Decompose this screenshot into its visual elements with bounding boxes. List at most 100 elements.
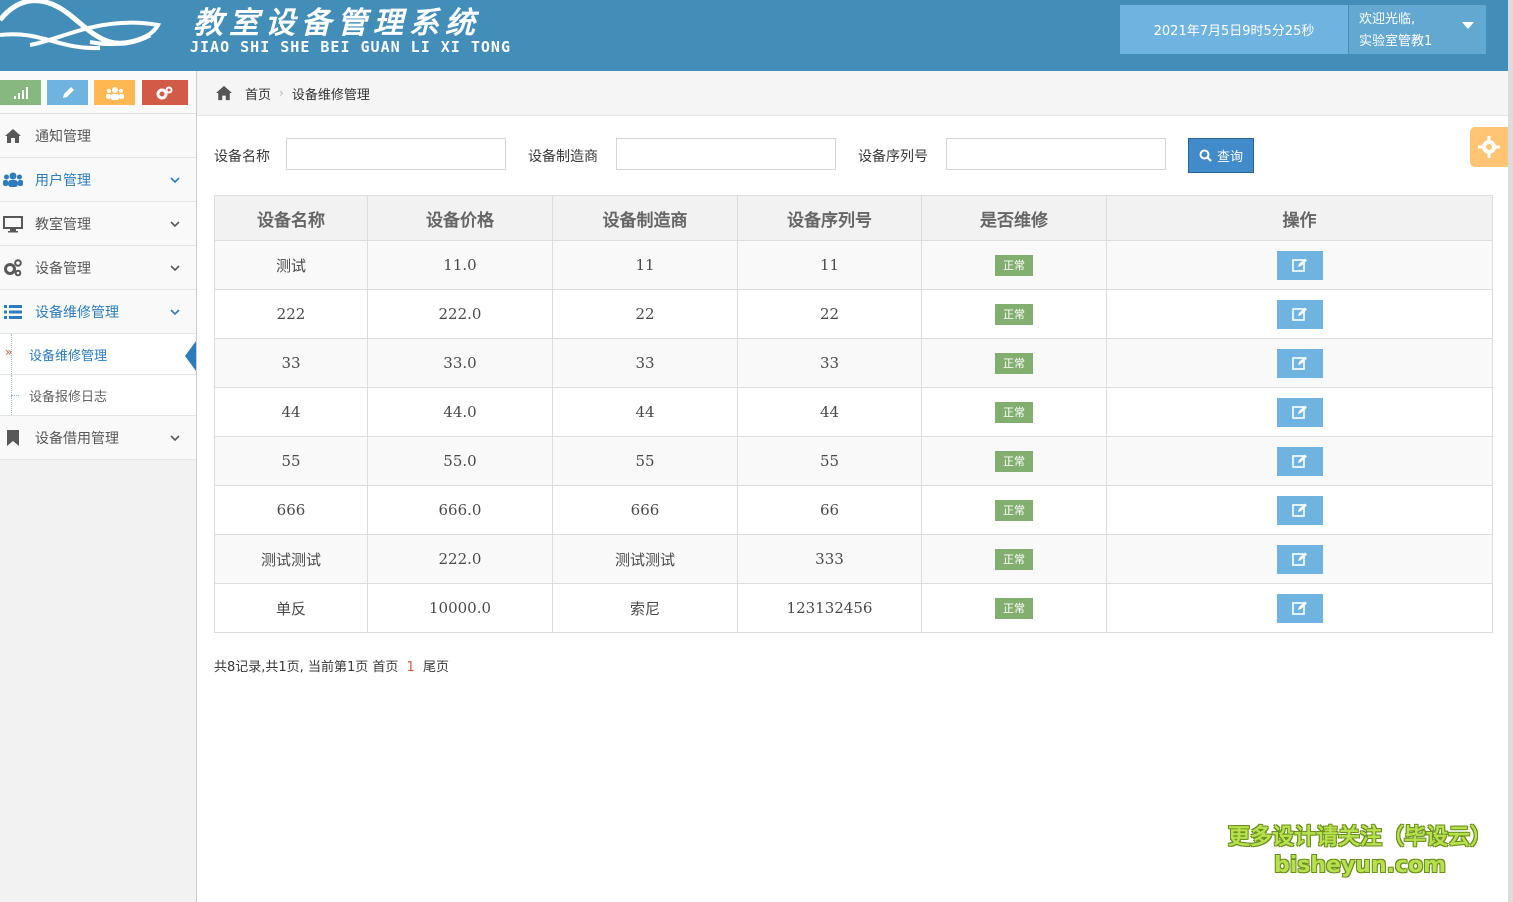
table-body: 测试 11.0 11 11 正常 222 222.0 22 22 正常 33 33.0 33 33 正常 44…: [214, 240, 1493, 633]
edit-icon: [1291, 405, 1307, 419]
scrollbar[interactable]: [1508, 0, 1513, 902]
device-maker-input[interactable]: [616, 138, 836, 170]
cell-name: 测试测试: [214, 534, 368, 584]
edit-button[interactable]: [1276, 495, 1323, 525]
column-header: 设备价格: [367, 195, 553, 241]
signal-icon: [13, 86, 28, 99]
table-row: 222 222.0 22 22 正常: [214, 289, 1493, 339]
cell-name: 666: [214, 485, 368, 535]
submenu-item-label: 设备报修日志: [29, 389, 108, 405]
cell-status: 正常: [921, 436, 1107, 486]
submenu-item-repair-manage[interactable]: » 设备维修管理: [0, 334, 196, 375]
cell-serial: 11: [737, 240, 922, 290]
cell-maker: 666: [552, 485, 738, 535]
cell-actions: [1106, 534, 1493, 584]
cell-actions: [1106, 387, 1493, 437]
cell-actions: [1106, 436, 1493, 486]
sidebar-item-equipment[interactable]: 设备管理: [0, 246, 196, 290]
pencil-shortcut-button[interactable]: [47, 80, 88, 105]
cell-status: 正常: [921, 583, 1107, 633]
table-header-row: 设备名称 设备价格 设备制造商 设备序列号 是否维修 操作: [214, 195, 1493, 241]
edit-button[interactable]: [1276, 299, 1323, 329]
sidebar-item-label: 教室管理: [35, 216, 91, 233]
double-angle-right-icon: »: [5, 345, 13, 359]
cell-name: 单反: [214, 583, 368, 633]
cell-serial: 123132456: [737, 583, 922, 633]
cell-price: 11.0: [367, 240, 553, 290]
edit-button[interactable]: [1276, 446, 1323, 476]
sidebar-item-label: 用户管理: [35, 172, 91, 189]
column-header: 设备制造商: [552, 195, 738, 241]
cell-serial: 33: [737, 338, 922, 388]
cell-status: 正常: [921, 387, 1107, 437]
status-badge: 正常: [995, 352, 1033, 374]
sidebar-item-label: 设备维修管理: [35, 304, 119, 321]
username: 实验室管教1: [1359, 34, 1433, 49]
device-maker-label: 设备制造商: [528, 149, 598, 165]
table-row: 单反 10000.0 索尼 123132456 正常: [214, 583, 1493, 633]
cell-price: 55.0: [367, 436, 553, 486]
chevron-down-icon: [170, 435, 180, 442]
status-badge: 正常: [995, 450, 1033, 472]
cell-maker: 55: [552, 436, 738, 486]
cell-maker: 测试测试: [552, 534, 738, 584]
cogs-shortcut-button[interactable]: [142, 80, 188, 105]
cell-serial: 333: [737, 534, 922, 584]
search-button-label: 查询: [1216, 150, 1243, 165]
edit-icon: [1291, 258, 1307, 272]
edit-icon: [1291, 552, 1307, 566]
status-badge: 正常: [995, 254, 1033, 276]
users-shortcut-button[interactable]: [94, 80, 135, 105]
cell-price: 222.0: [367, 289, 553, 339]
tree-branch: [11, 395, 19, 396]
edit-icon: [1291, 601, 1307, 615]
cell-actions: [1106, 583, 1493, 633]
table-row: 33 33.0 33 33 正常: [214, 338, 1493, 388]
sidebar-item-label: 通知管理: [35, 128, 91, 145]
edit-button[interactable]: [1276, 397, 1323, 427]
sidebar-item-notice[interactable]: 通知管理: [0, 114, 196, 158]
status-badge: 正常: [995, 499, 1033, 521]
breadcrumb: 首页 › 设备维修管理: [197, 71, 1508, 116]
edit-button[interactable]: [1276, 593, 1323, 623]
sidebar-item-label: 设备管理: [35, 260, 91, 277]
edit-button[interactable]: [1276, 348, 1323, 378]
sidebar: 通知管理 用户管理 教室管理 设备管理 设备维修管理 » 设备维修管理 设备报修…: [0, 71, 197, 902]
chevron-down-icon: [170, 309, 180, 316]
sidebar-item-borrow[interactable]: 设备借用管理: [0, 416, 196, 460]
column-header: 是否维修: [921, 195, 1107, 241]
signal-shortcut-button[interactable]: [0, 80, 41, 105]
submenu-item-repair-log[interactable]: 设备报修日志: [0, 375, 196, 416]
cell-maker: 22: [552, 289, 738, 339]
cell-serial: 66: [737, 485, 922, 535]
sidebar-item-repair[interactable]: 设备维修管理: [0, 290, 196, 334]
column-header: 操作: [1106, 195, 1493, 241]
table-row: 666 666.0 666 66 正常: [214, 485, 1493, 535]
cell-name: 33: [214, 338, 368, 388]
settings-toggle-button[interactable]: [1470, 127, 1508, 167]
list-icon: [4, 305, 22, 319]
datetime-display: 2021年7月5日9时5分25秒: [1120, 5, 1348, 54]
device-serial-input[interactable]: [946, 138, 1166, 170]
caret-down-icon: [1462, 22, 1474, 29]
cell-status: 正常: [921, 534, 1107, 584]
active-marker: [185, 341, 196, 371]
pagination-first-link[interactable]: 首页: [372, 660, 398, 675]
column-header: 设备序列号: [737, 195, 922, 241]
cogs-icon: [4, 259, 22, 277]
edit-button[interactable]: [1276, 544, 1323, 574]
app-subtitle: JIAO SHI SHE BEI GUAN LI XI TONG: [190, 38, 511, 56]
device-name-input[interactable]: [286, 138, 506, 170]
user-menu[interactable]: 欢迎光临, 实验室管教1: [1349, 5, 1486, 54]
sidebar-item-users[interactable]: 用户管理: [0, 158, 196, 202]
status-badge: 正常: [995, 548, 1033, 570]
watermark-line-1: 更多设计请关注（毕设云）: [1228, 825, 1493, 850]
breadcrumb-home-link[interactable]: 首页: [245, 84, 271, 103]
pagination-current-page[interactable]: 1: [407, 660, 415, 675]
column-header: 设备名称: [214, 195, 368, 241]
search-button[interactable]: 查询: [1188, 138, 1254, 173]
edit-button[interactable]: [1276, 250, 1323, 280]
sidebar-item-classroom[interactable]: 教室管理: [0, 202, 196, 246]
pagination-last-link[interactable]: 尾页: [423, 660, 449, 675]
cell-price: 44.0: [367, 387, 553, 437]
